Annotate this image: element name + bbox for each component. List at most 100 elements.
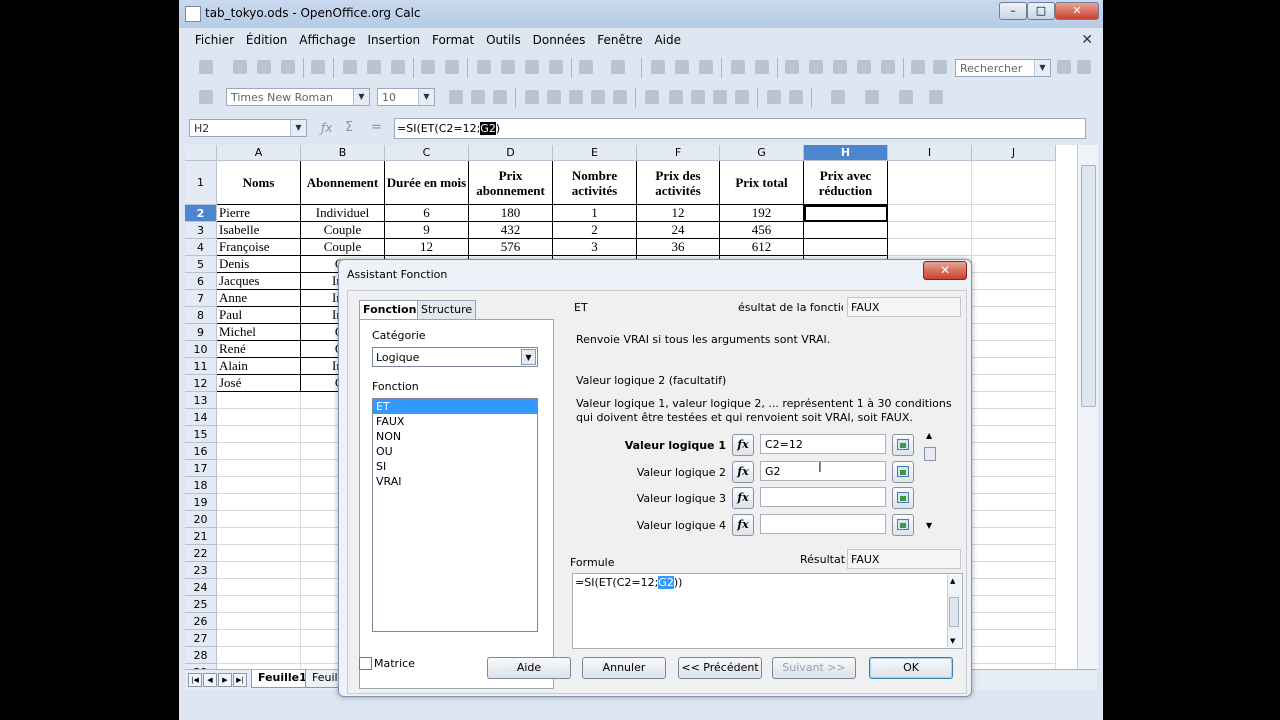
column-header-f[interactable]: F: [637, 145, 720, 161]
cell-a26[interactable]: [217, 613, 301, 630]
menu-format[interactable]: Format: [428, 30, 478, 50]
arg4-fx-button[interactable]: fx: [732, 514, 754, 536]
justify-icon[interactable]: [591, 90, 605, 104]
column-header-c[interactable]: C: [385, 145, 469, 161]
datasources-icon[interactable]: [857, 60, 871, 74]
row-header-26[interactable]: 26: [185, 613, 217, 630]
cell-j7[interactable]: [972, 290, 1056, 307]
cell-i2[interactable]: [888, 205, 972, 222]
cell-j26[interactable]: [972, 613, 1056, 630]
align-center-icon[interactable]: [547, 90, 561, 104]
print-icon[interactable]: [367, 60, 381, 74]
select-all-corner[interactable]: [185, 145, 217, 161]
format-paintbrush-icon[interactable]: [549, 60, 563, 74]
cell-j18[interactable]: [972, 477, 1056, 494]
cell-f2[interactable]: 12: [637, 205, 720, 222]
copy-icon[interactable]: [501, 60, 515, 74]
function-item-et[interactable]: ET: [373, 399, 537, 414]
borders-icon[interactable]: [831, 90, 845, 104]
menu-fenetre[interactable]: Fenêtre: [593, 30, 646, 50]
cell-a28[interactable]: [217, 647, 301, 664]
row-header-12[interactable]: 12: [185, 375, 217, 392]
cell-f3[interactable]: 24: [637, 222, 720, 239]
cell-f4[interactable]: 36: [637, 239, 720, 256]
column-header-b[interactable]: B: [301, 145, 385, 161]
preview-icon[interactable]: [391, 60, 405, 74]
row-header-1[interactable]: 1: [185, 161, 217, 205]
edit-file-icon[interactable]: [311, 60, 325, 74]
menu-donnees[interactable]: Données: [529, 30, 590, 50]
row-header-28[interactable]: 28: [185, 647, 217, 664]
help-icon[interactable]: [911, 60, 925, 74]
align-right-icon[interactable]: [569, 90, 583, 104]
cell-b3[interactable]: Couple: [301, 222, 385, 239]
row-header-6[interactable]: 6: [185, 273, 217, 290]
cell-h4[interactable]: [804, 239, 888, 256]
row-header-14[interactable]: 14: [185, 409, 217, 426]
cell-a14[interactable]: [217, 409, 301, 426]
gallery-icon[interactable]: [833, 60, 847, 74]
first-sheet-icon[interactable]: |◀: [188, 673, 202, 687]
formula-textarea[interactable]: =SI(ET(C2=12;G2)) ▲ ▼: [572, 573, 963, 649]
find-prev-icon[interactable]: [1077, 60, 1091, 74]
cell-j10[interactable]: [972, 341, 1056, 358]
export-pdf-icon[interactable]: [343, 60, 357, 74]
cell-a16[interactable]: [217, 443, 301, 460]
cut-icon[interactable]: [477, 60, 491, 74]
cell-j15[interactable]: [972, 426, 1056, 443]
vertical-scrollbar[interactable]: [1077, 145, 1098, 669]
row-header-20[interactable]: 20: [185, 511, 217, 528]
bold-icon[interactable]: [449, 90, 463, 104]
sort-desc-icon[interactable]: [699, 60, 713, 74]
close-document-icon[interactable]: ✕: [1081, 32, 1093, 48]
maximize-button[interactable]: □: [1027, 2, 1055, 20]
row-header-4[interactable]: 4: [185, 239, 217, 256]
name-box-dropdown-icon[interactable]: ▼: [290, 120, 306, 136]
font-size-combo[interactable]: 10 ▼: [377, 88, 435, 106]
cell-e4[interactable]: 3: [553, 239, 637, 256]
column-header-i[interactable]: I: [888, 145, 972, 161]
cell-a20[interactable]: [217, 511, 301, 528]
function-item-vrai[interactable]: VRAI: [373, 474, 537, 489]
cell-g1[interactable]: Prix total: [720, 161, 804, 205]
search-input[interactable]: Rechercher ▼: [955, 59, 1051, 77]
cell-a24[interactable]: [217, 579, 301, 596]
cell-j23[interactable]: [972, 562, 1056, 579]
arg2-fx-button[interactable]: fx: [732, 461, 754, 483]
spellcheck-icon[interactable]: [421, 60, 435, 74]
arg3-shrink-button[interactable]: [892, 487, 914, 509]
underline-icon[interactable]: [493, 90, 507, 104]
row-header-16[interactable]: 16: [185, 443, 217, 460]
align-left-icon[interactable]: [525, 90, 539, 104]
cell-a8[interactable]: Paul: [217, 307, 301, 324]
help-button[interactable]: Aide: [487, 657, 571, 679]
cancel-button[interactable]: Annuler: [582, 657, 666, 679]
category-select[interactable]: Logique ▼: [372, 347, 538, 367]
function-item-non[interactable]: NON: [373, 429, 537, 444]
open-icon[interactable]: [233, 60, 247, 74]
tab-structure[interactable]: Structure: [417, 300, 477, 319]
cell-a3[interactable]: Isabelle: [217, 222, 301, 239]
function-item-faux[interactable]: FAUX: [373, 414, 537, 429]
scroll-down-icon[interactable]: ▼: [926, 521, 932, 530]
formula-scroll-up-icon[interactable]: ▲: [950, 577, 955, 585]
font-name-combo[interactable]: Times New Roman ▼: [226, 88, 370, 106]
cell-a15[interactable]: [217, 426, 301, 443]
scroll-up-icon[interactable]: ▲: [926, 431, 932, 440]
sort-asc-icon[interactable]: [675, 60, 689, 74]
cell-d2[interactable]: 180: [469, 205, 553, 222]
cell-j13[interactable]: [972, 392, 1056, 409]
row-header-15[interactable]: 15: [185, 426, 217, 443]
decrease-indent-icon[interactable]: [767, 90, 781, 104]
cell-a10[interactable]: René: [217, 341, 301, 358]
new-icon[interactable]: [199, 60, 213, 74]
cell-g2[interactable]: 192: [720, 205, 804, 222]
function-list[interactable]: ET FAUX NON OU SI VRAI: [372, 398, 538, 632]
formula-scrollbar[interactable]: ▲ ▼: [947, 575, 961, 647]
draw-icon[interactable]: [755, 60, 769, 74]
row-header-17[interactable]: 17: [185, 460, 217, 477]
cell-a4[interactable]: Françoise: [217, 239, 301, 256]
cell-j25[interactable]: [972, 596, 1056, 613]
cell-j12[interactable]: [972, 375, 1056, 392]
find-replace-icon[interactable]: [785, 60, 799, 74]
